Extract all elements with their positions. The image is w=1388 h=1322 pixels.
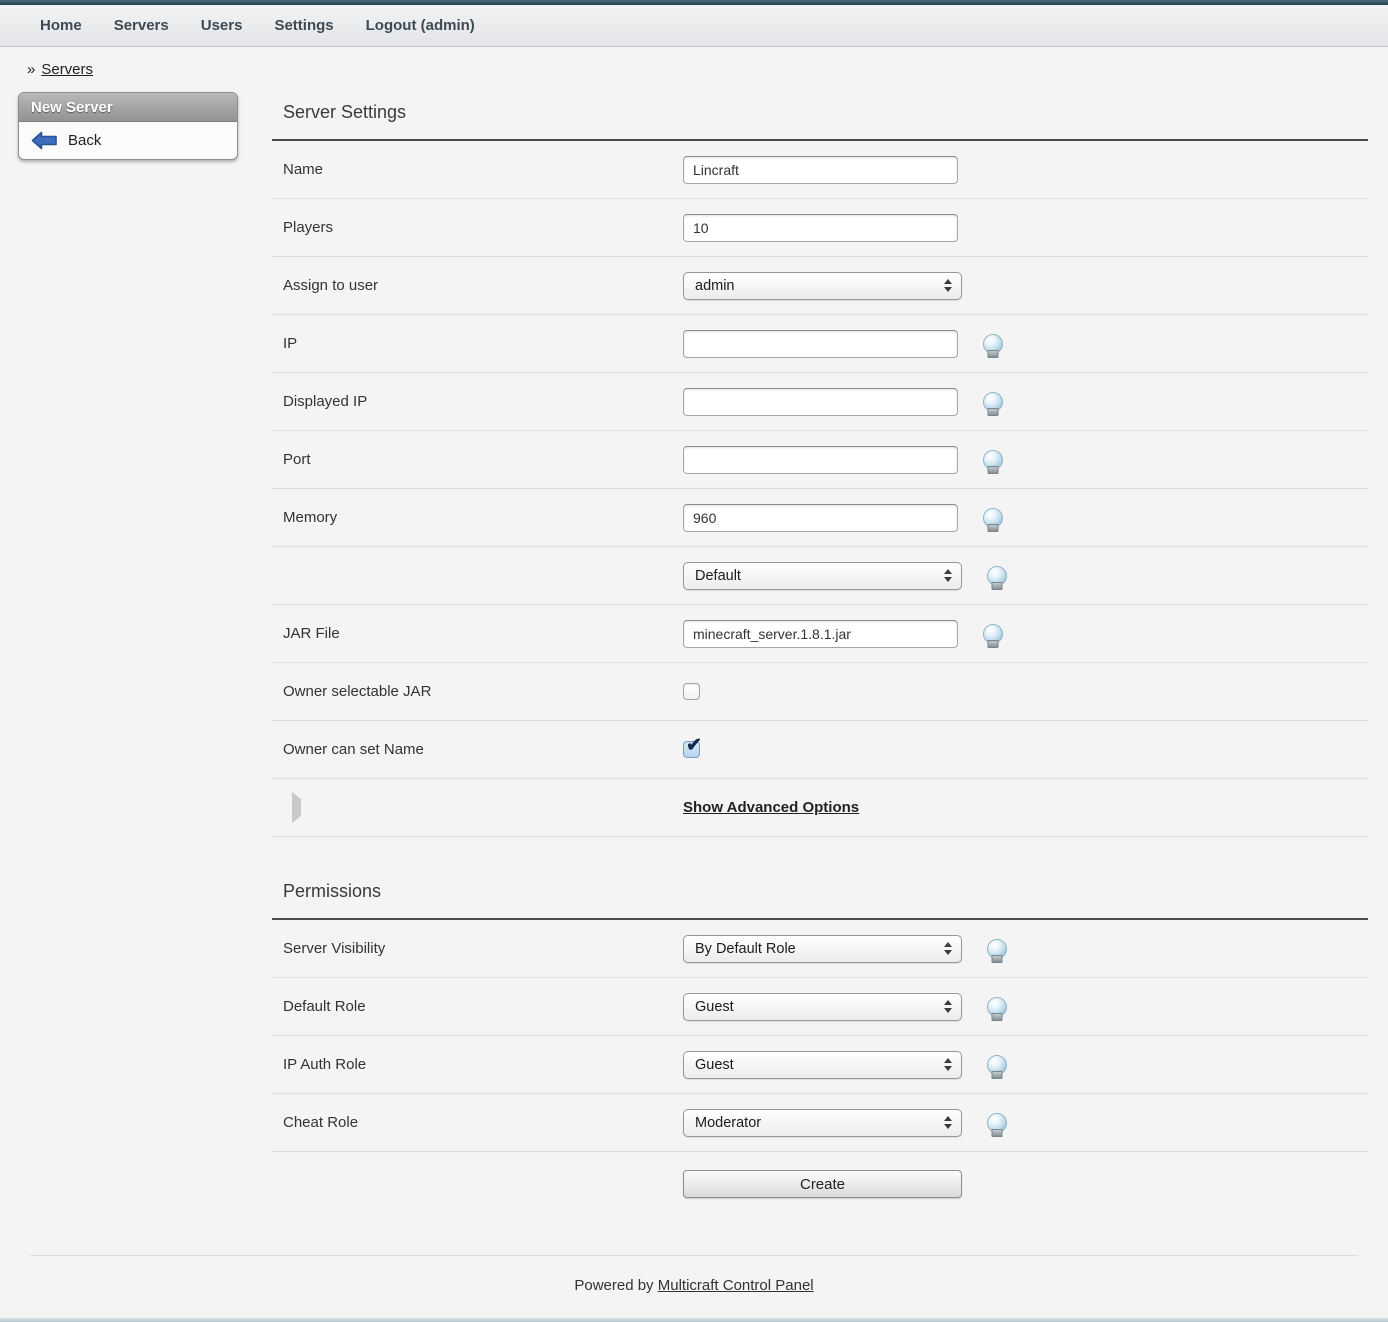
assign-to-user-label: Assign to user: [283, 277, 683, 294]
server-visibility-value: By Default Role: [695, 941, 796, 957]
default-role-select[interactable]: Guest: [683, 993, 962, 1021]
form-row-default-role: Default Role Guest: [272, 978, 1368, 1036]
ip-auth-role-value: Guest: [695, 1057, 734, 1073]
lightbulb-icon[interactable]: [983, 392, 1003, 412]
ip-auth-role-select[interactable]: Guest: [683, 1051, 962, 1079]
form-row-displayed-ip: Displayed IP: [272, 373, 1368, 431]
left-arrow-icon: [31, 131, 58, 150]
nav-item-users[interactable]: Users: [201, 17, 243, 34]
name-label: Name: [283, 161, 683, 178]
form-row-assign-to-user: Assign to user admin: [272, 257, 1368, 315]
port-label: Port: [283, 451, 683, 468]
triangle-right-icon: [292, 792, 301, 823]
form-row-owner-can-set-name: Owner can set Name: [272, 721, 1368, 779]
owner-selectable-jar-checkbox[interactable]: [683, 683, 700, 700]
permissions-title: Permissions: [272, 837, 1368, 902]
owner-can-set-name-checkbox[interactable]: [683, 741, 700, 758]
show-advanced-options-link[interactable]: Show Advanced Options: [683, 799, 859, 816]
default-role-value: Guest: [695, 999, 734, 1015]
main-content: Server Settings Name Players Assign to u…: [272, 92, 1368, 1216]
displayed-ip-input[interactable]: [683, 388, 958, 416]
memory-preset-select[interactable]: Default: [683, 562, 962, 590]
ip-input[interactable]: [683, 330, 958, 358]
form-row-ip-auth-role: IP Auth Role Guest: [272, 1036, 1368, 1094]
new-server-panel: New Server Back: [18, 92, 238, 160]
form-row-cheat-role: Cheat Role Moderator: [272, 1094, 1368, 1152]
lightbulb-icon[interactable]: [983, 450, 1003, 470]
lightbulb-icon[interactable]: [987, 939, 1007, 959]
server-visibility-select[interactable]: By Default Role: [683, 935, 962, 963]
up-down-stepper-icon: [944, 569, 952, 582]
players-input[interactable]: [683, 214, 958, 242]
assign-to-user-select[interactable]: admin: [683, 272, 962, 300]
ip-label: IP: [283, 335, 683, 352]
form-row-players: Players: [272, 199, 1368, 257]
form-row-jar-file: JAR File: [272, 605, 1368, 663]
back-label: Back: [68, 132, 101, 149]
form-row-memory-preset: Default: [272, 547, 1368, 605]
nav-item-servers[interactable]: Servers: [114, 17, 169, 34]
nav-item-logout[interactable]: Logout (admin): [366, 17, 475, 34]
breadcrumb-link-servers[interactable]: Servers: [41, 61, 93, 78]
default-role-label: Default Role: [283, 998, 683, 1015]
jar-file-label: JAR File: [283, 625, 683, 642]
form-row-ip: IP: [272, 315, 1368, 373]
owner-selectable-jar-label: Owner selectable JAR: [283, 683, 683, 700]
lightbulb-icon[interactable]: [983, 508, 1003, 528]
memory-label: Memory: [283, 509, 683, 526]
lightbulb-icon[interactable]: [983, 624, 1003, 644]
main-navbar: Home Servers Users Settings Logout (admi…: [0, 5, 1388, 47]
form-row-server-visibility: Server Visibility By Default Role: [272, 920, 1368, 978]
jar-file-input[interactable]: [683, 620, 958, 648]
footer-divider: [30, 1255, 1358, 1256]
lightbulb-icon[interactable]: [987, 566, 1007, 586]
footer: Powered by Multicraft Control Panel: [0, 1277, 1388, 1294]
cheat-role-value: Moderator: [695, 1115, 761, 1131]
up-down-stepper-icon: [944, 942, 952, 955]
bottom-accent-strip: [0, 1318, 1388, 1322]
back-button[interactable]: Back: [19, 122, 237, 159]
cheat-role-select[interactable]: Moderator: [683, 1109, 962, 1137]
footer-prefix: Powered by: [574, 1277, 653, 1294]
name-input[interactable]: [683, 156, 958, 184]
lightbulb-icon[interactable]: [987, 1113, 1007, 1133]
breadcrumb: » Servers: [27, 61, 1388, 78]
form-row-owner-selectable-jar: Owner selectable JAR: [272, 663, 1368, 721]
displayed-ip-label: Displayed IP: [283, 393, 683, 410]
up-down-stepper-icon: [944, 1116, 952, 1129]
cheat-role-label: Cheat Role: [283, 1114, 683, 1131]
nav-item-settings[interactable]: Settings: [274, 17, 333, 34]
up-down-stepper-icon: [944, 1000, 952, 1013]
form-row-name: Name: [272, 141, 1368, 199]
lightbulb-icon[interactable]: [983, 334, 1003, 354]
nav-item-home[interactable]: Home: [40, 17, 82, 34]
up-down-stepper-icon: [944, 279, 952, 292]
port-input[interactable]: [683, 446, 958, 474]
assign-to-user-value: admin: [695, 278, 735, 294]
advanced-disclosure[interactable]: [283, 799, 683, 816]
server-visibility-label: Server Visibility: [283, 940, 683, 957]
multicraft-link[interactable]: Multicraft Control Panel: [658, 1277, 814, 1294]
players-label: Players: [283, 219, 683, 236]
ip-auth-role-label: IP Auth Role: [283, 1056, 683, 1073]
form-row-memory: Memory: [272, 489, 1368, 547]
form-row-submit: Create: [272, 1152, 1368, 1216]
form-row-advanced-options: Show Advanced Options: [272, 779, 1368, 837]
memory-preset-value: Default: [695, 568, 741, 584]
memory-input[interactable]: [683, 504, 958, 532]
lightbulb-icon[interactable]: [987, 997, 1007, 1017]
panel-title: New Server: [19, 93, 237, 122]
form-row-port: Port: [272, 431, 1368, 489]
breadcrumb-separator: »: [27, 61, 35, 78]
lightbulb-icon[interactable]: [987, 1055, 1007, 1075]
owner-can-set-name-label: Owner can set Name: [283, 741, 683, 758]
up-down-stepper-icon: [944, 1058, 952, 1071]
create-button[interactable]: Create: [683, 1170, 962, 1198]
server-settings-title: Server Settings: [272, 92, 1368, 123]
